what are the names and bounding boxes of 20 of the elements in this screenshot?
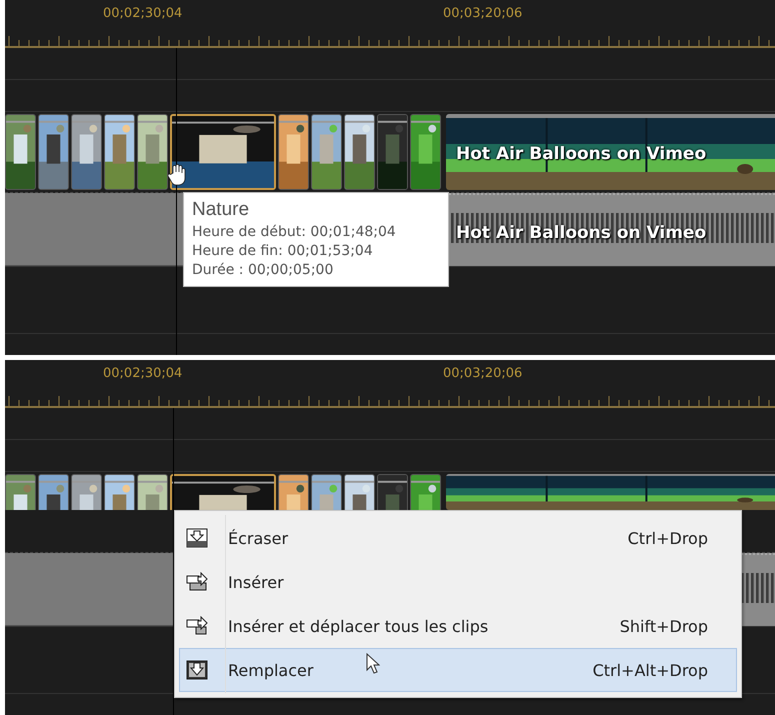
tooltip-text: Heure de fin: 00;01;53;04 <box>192 243 374 259</box>
menu-item[interactable]: Insérer <box>179 560 737 604</box>
clip-title: Hot Air Balloons on Vimeo <box>456 223 706 243</box>
hand-cursor-icon <box>168 164 188 186</box>
clip-right-arrow-icon <box>186 616 208 636</box>
menu-item[interactable]: Écraser Ctrl+Drop <box>179 516 737 560</box>
menu-item[interactable]: Insérer et déplacer tous les clips Shift+Drop <box>179 604 737 648</box>
audio-clip[interactable]: Hot Air Balloons on Vimeo <box>446 193 775 266</box>
clip-title: Hot Air Balloons on Vimeo <box>456 144 706 164</box>
mouse-pointer-icon <box>366 653 380 675</box>
clip-down-arrow-icon <box>186 660 208 680</box>
timecode-label: 00;02;30;04 <box>103 366 182 381</box>
timecode-label: 00;02;30;04 <box>103 6 182 21</box>
tooltip-text: Durée : 00;00;05;00 <box>192 262 334 278</box>
menu-item[interactable]: Remplacer Ctrl+Alt+Drop <box>179 648 737 692</box>
timecode-label: 00;03;20;06 <box>443 6 522 21</box>
tooltip-title: Nature <box>192 199 250 221</box>
tooltip-text: Heure de début: 00;01;48;04 <box>192 224 397 240</box>
clip-right-arrow-icon <box>186 572 208 592</box>
timecode-label: 00;03;20;06 <box>443 366 522 381</box>
